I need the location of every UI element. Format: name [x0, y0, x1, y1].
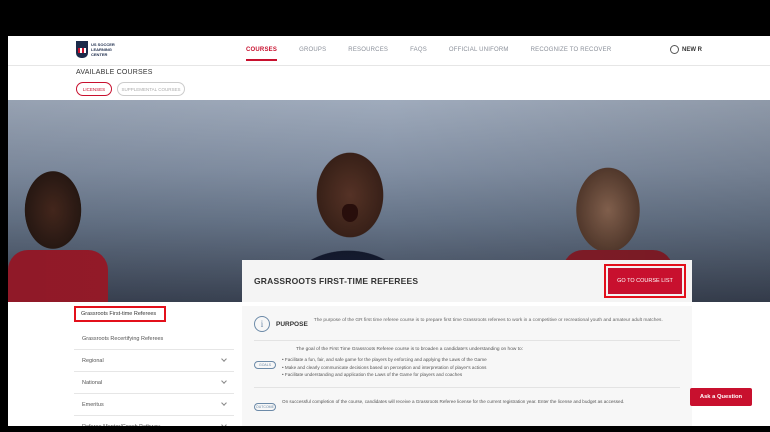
goals-list: Facilitate a fun, fair, and safe game fo…: [282, 356, 487, 379]
course-title: GRASSROOTS FIRST-TIME REFEREES: [254, 276, 419, 286]
chevron-down-icon: [221, 356, 227, 362]
user-name: NEW R: [682, 46, 702, 53]
us-soccer-logo[interactable]: US SOCCER LEARNING CENTER: [76, 41, 121, 58]
purpose-text: The purpose of the GR first time referee…: [313, 318, 663, 323]
nav-item-faqs[interactable]: FAQS: [410, 47, 427, 53]
app-frame: US SOCCER LEARNING CENTER COURSES GROUPS R…: [8, 36, 770, 426]
goal-intro: The goal of the First Time Grassroots Re…: [296, 347, 524, 352]
outcome-text: On successful completion of the course, …: [282, 398, 625, 404]
available-courses-heading: AVAILABLE COURSES: [76, 69, 153, 76]
sidebar-item[interactable]: Referee Mentor/Coach Pathway: [74, 416, 234, 426]
course-content: i PURPOSE The purpose of the GR first ti…: [242, 306, 692, 426]
sidebar-item-label: Grassroots First-time Referees: [81, 311, 157, 317]
sidebar-item[interactable]: Emeritus: [74, 394, 234, 416]
go-to-course-list-button[interactable]: GO TO COURSE LIST: [604, 264, 686, 298]
outcome-section: OUTCOME On successful completion of the …: [254, 398, 680, 411]
user-circle-icon: [670, 45, 679, 54]
course-sidebar: Grassroots First-time Referees Grassroots…: [74, 306, 234, 426]
course-title-card: GRASSROOTS FIRST-TIME REFEREES GO TO COU…: [242, 260, 692, 302]
sidebar-item[interactable]: Grassroots First-time Referees: [74, 306, 166, 322]
sidebar-item-label: Regional: [82, 357, 104, 364]
user-menu[interactable]: NEW R: [670, 45, 702, 54]
sidebar-item[interactable]: National: [74, 372, 234, 394]
sidebar-item-label: Grassroots Recertifying Referees: [82, 335, 164, 342]
sidebar-item-label: Emeritus: [82, 401, 104, 408]
goal-item: Facilitate a fun, fair, and safe game fo…: [282, 356, 487, 364]
nav-item-courses[interactable]: COURSES: [246, 47, 278, 61]
goals-section: GOALS Facilitate a fun, fair, and safe g…: [254, 356, 680, 379]
ask-a-question-button[interactable]: Ask a Question: [690, 388, 752, 406]
logo-text: US SOCCER LEARNING CENTER: [91, 42, 115, 57]
nav-item-official-uniform[interactable]: OFFICIAL UNIFORM: [449, 47, 509, 53]
goals-tag: GOALS: [254, 361, 276, 369]
sidebar-item[interactable]: Regional: [74, 350, 234, 372]
main-nav: COURSES GROUPS RESOURCES FAQS OFFICIAL UNIFO…: [246, 47, 612, 61]
chevron-down-icon: [221, 400, 227, 406]
sidebar-item-label: Referee Mentor/Coach Pathway: [82, 424, 160, 427]
purpose-label: PURPOSE: [276, 321, 308, 328]
goal-item: Facilitate understanding and application…: [282, 371, 487, 379]
chevron-down-icon: [221, 378, 227, 384]
divider: [254, 386, 680, 388]
pill-supplemental-courses[interactable]: SUPPLEMENTAL COURSES: [117, 82, 185, 96]
top-navigation-bar: US SOCCER LEARNING CENTER COURSES GROUPS R…: [8, 36, 770, 66]
pill-licenses[interactable]: LICENSES: [76, 82, 112, 96]
nav-item-resources[interactable]: RESOURCES: [348, 47, 388, 53]
outcome-tag: OUTCOME: [254, 402, 276, 411]
nav-item-groups[interactable]: GROUPS: [299, 47, 326, 53]
crest-icon: [76, 41, 88, 58]
divider: [254, 340, 680, 341]
sidebar-item-label: National: [82, 379, 103, 386]
nav-item-recognize-to-recover[interactable]: RECOGNIZE TO RECOVER: [531, 47, 612, 53]
sidebar-item[interactable]: Grassroots Recertifying Referees: [74, 328, 234, 350]
purpose-section: i PURPOSE The purpose of the GR first ti…: [254, 316, 680, 332]
info-icon: i: [254, 316, 270, 332]
goal-item: Make and clearly communicate decisions b…: [282, 364, 487, 372]
course-type-pills: LICENSES SUPPLEMENTAL COURSES: [76, 82, 185, 96]
chevron-down-icon: [221, 422, 227, 426]
